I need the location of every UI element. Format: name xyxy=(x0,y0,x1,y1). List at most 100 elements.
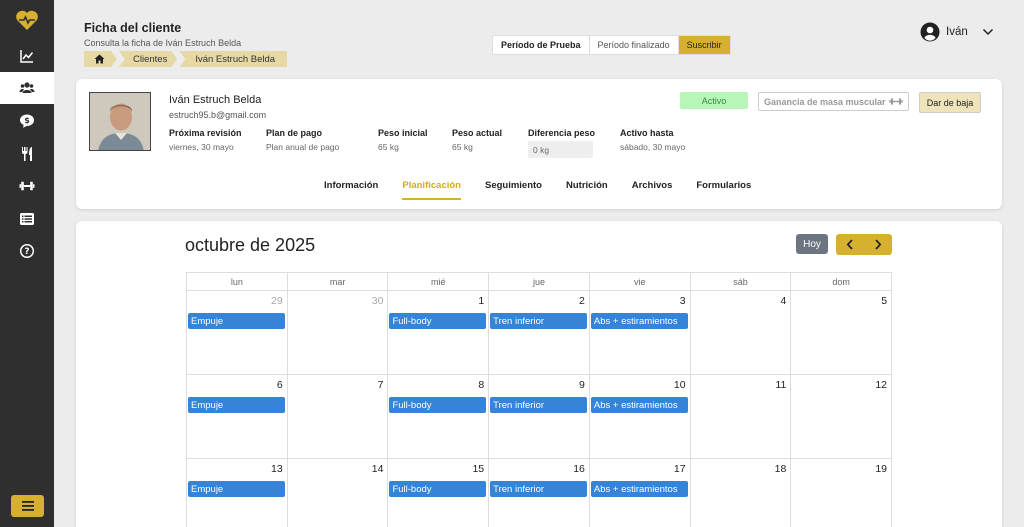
chevron-right-icon xyxy=(875,239,882,250)
breadcrumb-clients[interactable]: Clientes xyxy=(119,51,177,67)
sidebar-item-help[interactable]: ? xyxy=(0,235,54,267)
page-title: Ficha del cliente xyxy=(84,21,182,35)
calendar-title: octubre de 2025 xyxy=(185,235,316,255)
calendar-day[interactable]: 15 Full-body xyxy=(388,459,490,527)
dumbbell-icon xyxy=(889,98,903,105)
stat-plan: Plan de pago Plan anual de pago xyxy=(266,128,340,152)
day-number: 12 xyxy=(875,379,888,391)
calendar-event[interactable]: Abs + estiramientos xyxy=(590,313,688,329)
day-number: 19 xyxy=(875,463,888,475)
stat-start-weight: Peso inicial 65 kg xyxy=(378,128,428,152)
subscribe-button[interactable]: Suscribir xyxy=(678,36,730,54)
status-badge: Activo xyxy=(680,92,748,109)
menu-toggle-button[interactable] xyxy=(11,495,44,517)
next-month-button[interactable] xyxy=(864,234,892,255)
calendar-day[interactable]: 5 xyxy=(791,291,891,374)
sidebar-item-nutrition[interactable] xyxy=(0,138,54,170)
calendar-day[interactable]: 19 xyxy=(791,459,891,527)
client-name: Iván Estruch Belda xyxy=(169,94,262,106)
weekday-label: lun xyxy=(187,273,288,290)
calendar-day[interactable]: 30 xyxy=(288,291,389,374)
calendar-week: 6 Empuje 7 8 Full-body 9 Tren inferior 10 Abs + … xyxy=(186,374,892,458)
calendar-event[interactable]: Abs + estiramientos xyxy=(590,397,688,413)
user-menu[interactable]: Iván xyxy=(920,22,994,42)
calendar-day[interactable]: 2 Tren inferior xyxy=(489,291,590,374)
calendar-day[interactable]: 12 xyxy=(791,375,891,458)
weekday-label: mar xyxy=(288,273,389,290)
calendar-day[interactable]: 14 xyxy=(288,459,389,527)
day-number: 17 xyxy=(673,463,686,475)
calendar-day[interactable]: 6 Empuje xyxy=(187,375,288,458)
calendar-day[interactable]: 18 xyxy=(691,459,792,527)
sidebar-item-stats[interactable] xyxy=(0,40,54,72)
breadcrumb-home[interactable] xyxy=(84,51,117,67)
calendar-event[interactable]: Tren inferior xyxy=(490,397,587,413)
prev-month-button[interactable] xyxy=(836,234,864,255)
calendar-card: octubre de 2025 Hoy lun mar mié jue vie … xyxy=(76,221,1002,527)
help-circle-icon: ? xyxy=(19,243,35,259)
day-number: 16 xyxy=(573,463,585,475)
list-icon xyxy=(20,213,34,225)
day-number: 1 xyxy=(478,295,485,307)
calendar-day[interactable]: 9 Tren inferior xyxy=(489,375,590,458)
calendar-day[interactable]: 17 Abs + estiramientos xyxy=(590,459,691,527)
calendar-event[interactable]: Full-body xyxy=(389,397,487,413)
day-number: 2 xyxy=(579,295,585,307)
calendar-event[interactable]: Full-body xyxy=(389,313,487,329)
period-finished-button[interactable]: Período finalizado xyxy=(590,36,679,54)
tab-planning[interactable]: Planificación xyxy=(402,180,461,200)
period-selector: Período de Prueba Período finalizado Sus… xyxy=(492,35,731,55)
calendar-day[interactable]: 29 Empuje xyxy=(187,291,288,374)
stat-active-until: Activo hasta sábado, 30 mayo xyxy=(620,128,686,152)
client-card: Iván Estruch Belda estruch95.b@gmail.com… xyxy=(76,79,1002,209)
day-number: 13 xyxy=(271,463,283,475)
period-trial-button[interactable]: Período de Prueba xyxy=(493,36,590,54)
users-icon xyxy=(19,82,35,93)
tab-files[interactable]: Archivos xyxy=(632,180,673,200)
today-button[interactable]: Hoy xyxy=(796,234,828,254)
calendar-event[interactable]: Tren inferior xyxy=(490,481,587,497)
calendar-day[interactable]: 7 xyxy=(288,375,389,458)
day-number: 7 xyxy=(377,379,384,391)
calendar-event[interactable]: Full-body xyxy=(389,481,487,497)
chevron-left-icon xyxy=(846,239,853,250)
calendar-day[interactable]: 10 Abs + estiramientos xyxy=(590,375,691,458)
calendar-event[interactable]: Empuje xyxy=(188,313,285,329)
calendar-event[interactable]: Empuje xyxy=(188,481,285,497)
day-number: 3 xyxy=(679,295,686,307)
calendar-day[interactable]: 8 Full-body xyxy=(388,375,490,458)
calendar-day[interactable]: 16 Tren inferior xyxy=(489,459,590,527)
heart-pulse-icon[interactable] xyxy=(0,0,54,40)
goal-select[interactable]: Ganancia de masa muscular xyxy=(758,92,909,111)
weekday-label: jue xyxy=(489,273,590,290)
day-number: 5 xyxy=(881,295,888,307)
sidebar-item-clients[interactable] xyxy=(0,72,54,104)
day-number: 4 xyxy=(780,295,787,307)
sidebar-item-workouts[interactable] xyxy=(0,170,54,202)
home-icon xyxy=(94,54,105,64)
client-tabs: Información Planificación Seguimiento Nu… xyxy=(324,180,775,200)
sidebar-item-forms[interactable] xyxy=(0,203,54,235)
calendar-day[interactable]: 11 xyxy=(691,375,792,458)
tab-forms[interactable]: Formularios xyxy=(696,180,751,200)
calendar-day[interactable]: 1 Full-body xyxy=(388,291,490,374)
calendar-day[interactable]: 13 Empuje xyxy=(187,459,288,527)
calendar-day[interactable]: 4 xyxy=(691,291,792,374)
day-number: 6 xyxy=(276,379,283,391)
calendar-day[interactable]: 3 Abs + estiramientos xyxy=(590,291,691,374)
goal-value: Ganancia de masa muscular xyxy=(764,96,886,107)
calendar-event[interactable]: Abs + estiramientos xyxy=(590,481,688,497)
day-number: 18 xyxy=(774,463,787,475)
calendar-event[interactable]: Tren inferior xyxy=(490,313,587,329)
tab-tracking[interactable]: Seguimiento xyxy=(485,180,542,200)
tab-info[interactable]: Información xyxy=(324,180,378,200)
calendar-event[interactable]: Empuje xyxy=(188,397,285,413)
day-number: 15 xyxy=(472,463,485,475)
sidebar-item-messages[interactable]: $ xyxy=(0,105,54,137)
day-number: 8 xyxy=(478,379,485,391)
tab-nutrition[interactable]: Nutrición xyxy=(566,180,608,200)
chevron-down-icon xyxy=(982,28,993,36)
hamburger-icon xyxy=(21,501,34,511)
svg-text:?: ? xyxy=(24,247,29,257)
drop-client-button[interactable]: Dar de baja xyxy=(919,92,981,113)
